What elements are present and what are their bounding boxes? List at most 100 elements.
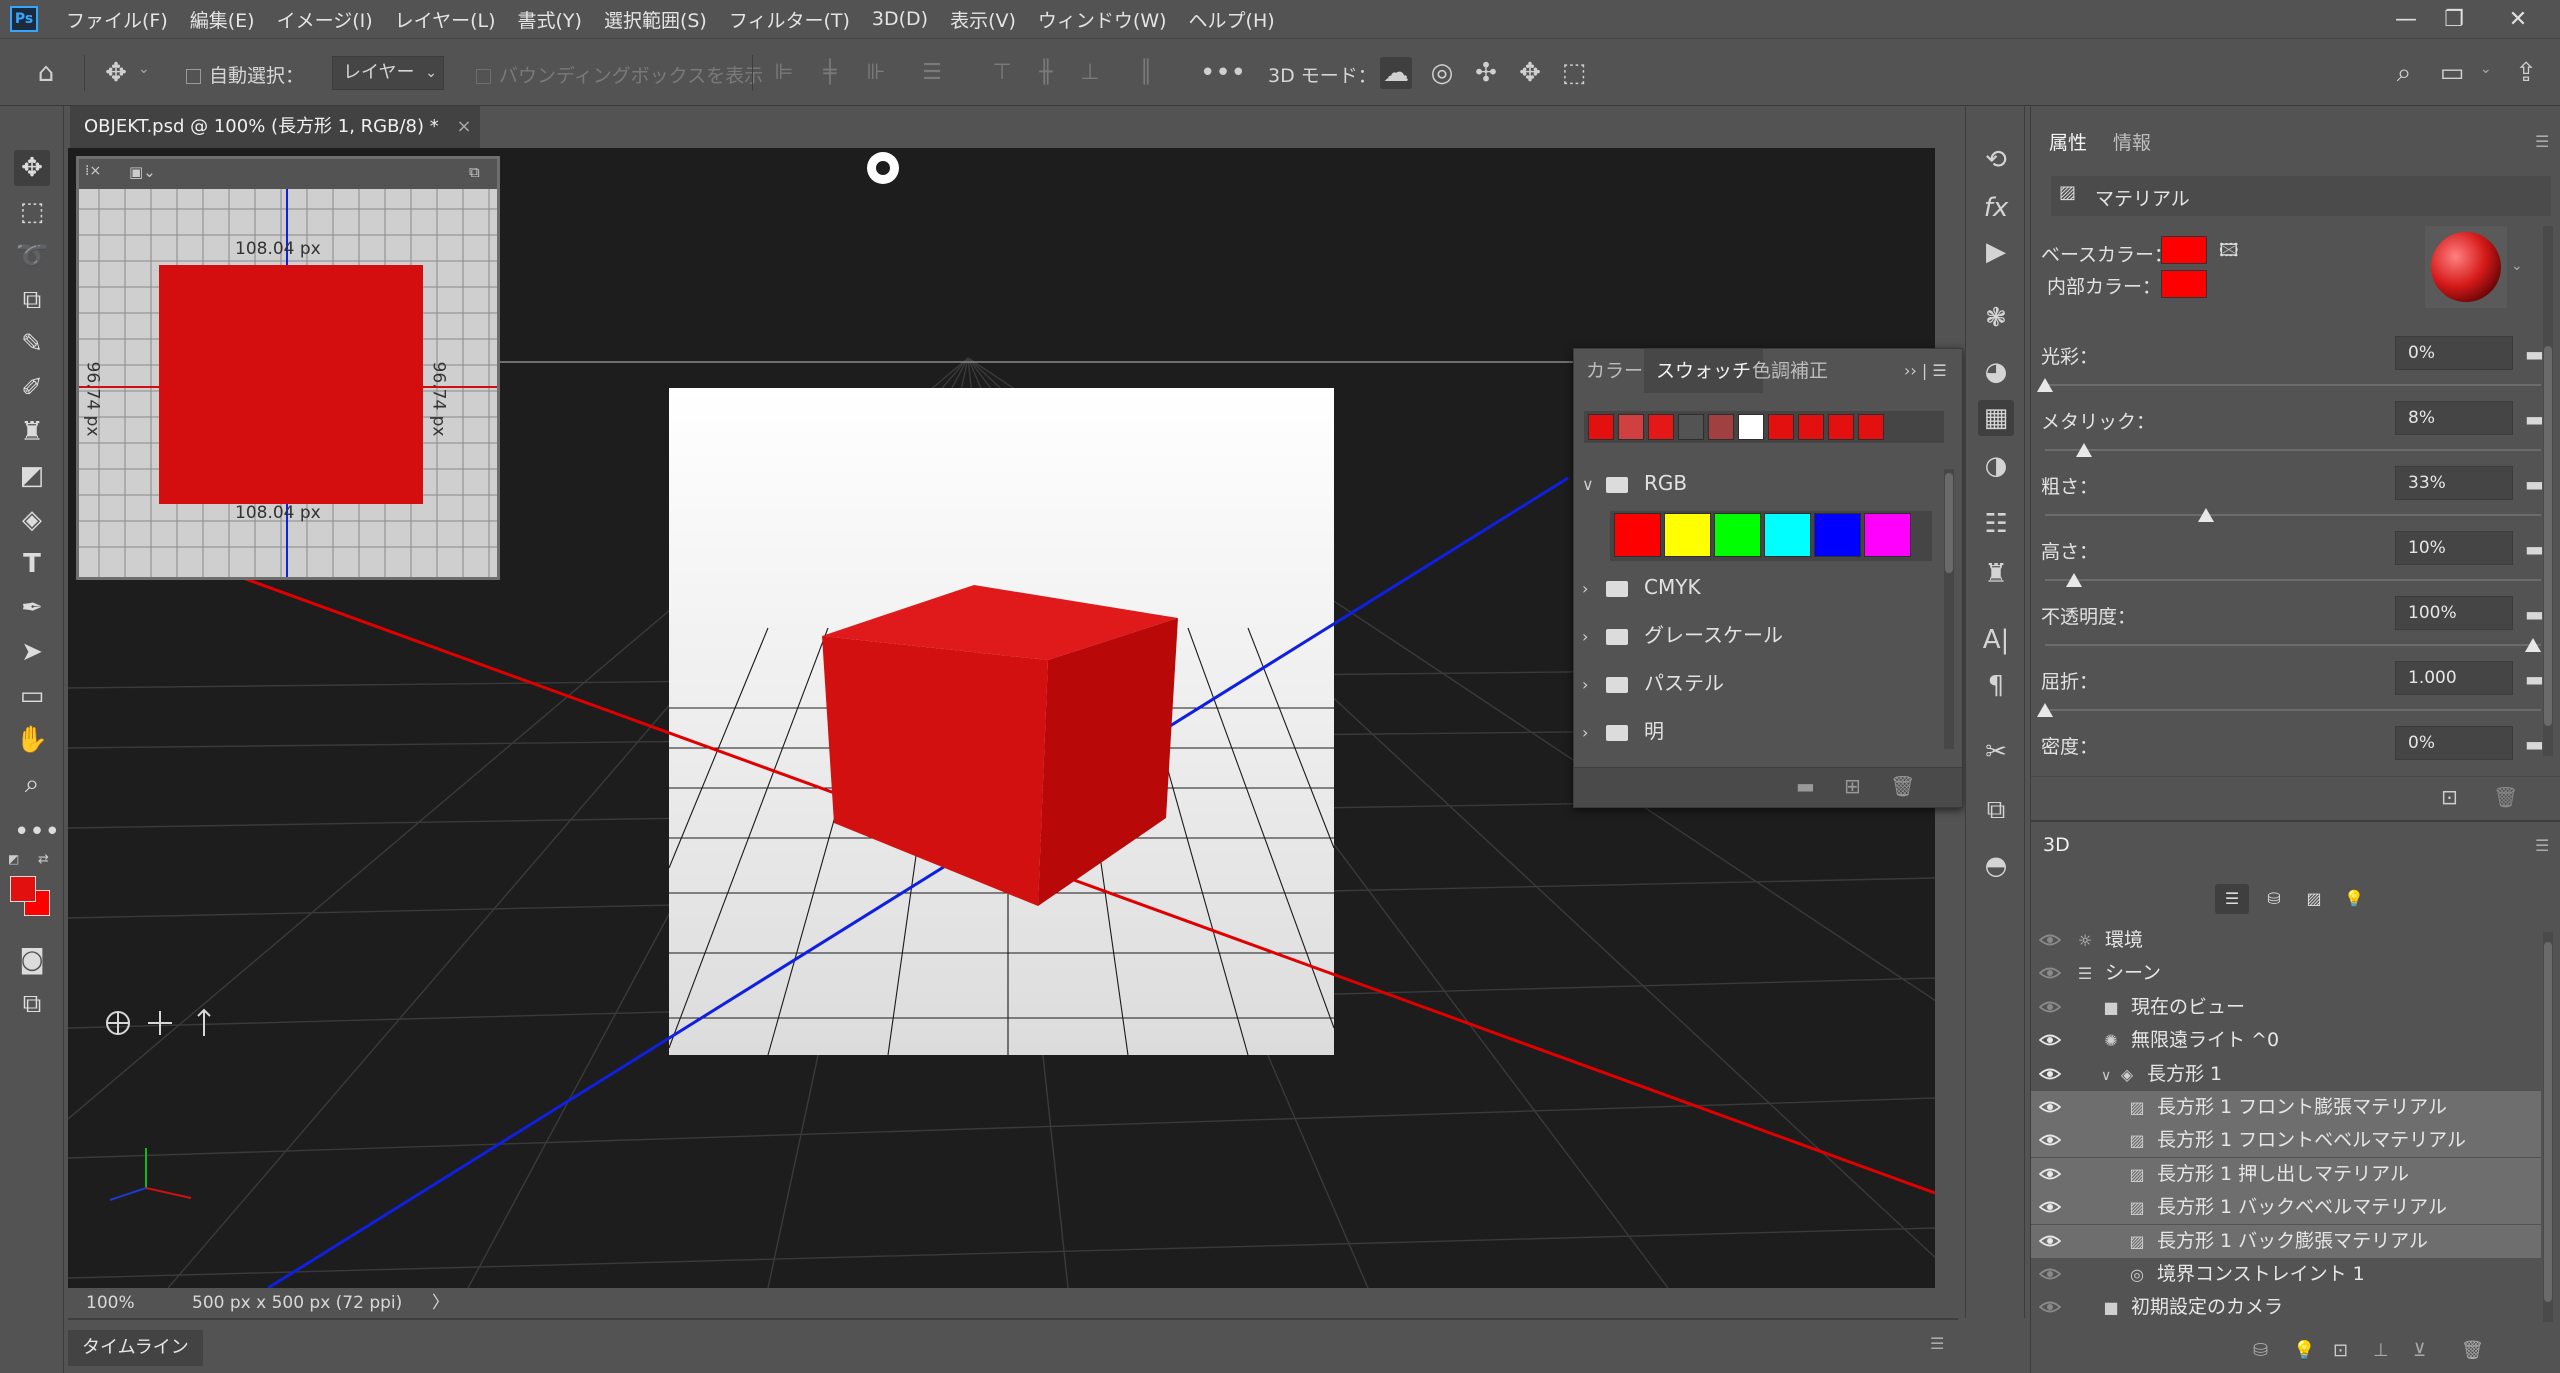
param-slider-track[interactable] [2045, 514, 2541, 516]
menu-3d[interactable]: 3D(D) [872, 8, 928, 30]
menu-file[interactable]: ファイル(F) [66, 6, 168, 33]
filter-scene-icon[interactable]: ☰ [2215, 884, 2249, 914]
param-slider-knob[interactable] [2076, 443, 2093, 457]
screen-mode-icon[interactable]: ⧉ [14, 986, 50, 1022]
hand-tool-icon[interactable]: ✋ [14, 722, 50, 758]
menu-edit[interactable]: 編集(E) [190, 6, 255, 33]
visibility-eye-icon[interactable] [2039, 999, 2061, 1015]
paragraph-icon[interactable]: ¶ [1978, 668, 2014, 704]
align-middle-icon[interactable]: ╫ [1030, 57, 1062, 89]
visibility-eye-icon[interactable] [2039, 1066, 2061, 1082]
filter-meshes-icon[interactable]: ⛁ [2257, 884, 2291, 914]
recent-swatch[interactable] [1678, 414, 1704, 440]
align-center-icon[interactable]: ╪ [814, 57, 846, 89]
scene-tree-item[interactable]: ✺ 無限遠ライト ^0 [2031, 1024, 2541, 1057]
fx-icon[interactable]: fx [1978, 190, 2014, 226]
recent-swatch[interactable] [1618, 414, 1644, 440]
recent-swatch[interactable] [1858, 414, 1884, 440]
swatch-group-pastel[interactable]: › パステル [1574, 659, 1944, 707]
align-right-icon[interactable]: ⊪ [860, 57, 892, 89]
swatch-group-rgb[interactable]: ∨ RGB [1574, 459, 1944, 507]
tab-timeline[interactable]: タイムライン [68, 1330, 203, 1366]
param-slider-track[interactable] [2045, 709, 2541, 711]
default-colors-icon[interactable]: ◩ [8, 852, 19, 866]
scene-tree-item[interactable]: ∨ ◈ 長方形 1 [2031, 1058, 2541, 1091]
panel-menu-icon[interactable]: ›› | ☰ [1904, 361, 1947, 380]
rgb-swatch[interactable] [1814, 513, 1861, 557]
param-value-field[interactable]: 33% [2395, 466, 2513, 500]
3d-panel-icon[interactable]: ❃ [1978, 300, 2014, 336]
visibility-eye-icon[interactable] [2039, 1099, 2061, 1115]
menu-image[interactable]: イメージ(I) [277, 6, 373, 33]
scrollbar[interactable] [1944, 469, 1954, 749]
swatch-group-light[interactable]: › 明 [1574, 707, 1944, 755]
tab-adjustments[interactable]: 色調補正 [1740, 349, 1840, 393]
marquee-tool-icon[interactable]: ⬚ [14, 194, 50, 230]
pen-tool-icon[interactable]: ✒ [14, 590, 50, 626]
paint-bucket-tool-icon[interactable]: ◈ [14, 502, 50, 538]
zoom-tool-icon[interactable]: ⌕ [14, 766, 50, 802]
scrollbar[interactable] [2543, 932, 2553, 1322]
menu-select[interactable]: 選択範囲(S) [604, 6, 707, 33]
base-color-swatch[interactable] [2161, 236, 2207, 264]
inner-color-swatch[interactable] [2161, 270, 2207, 298]
filter-lights-icon[interactable]: 💡 [2337, 884, 2371, 914]
chevron-down-icon[interactable]: ∨ [2101, 1060, 2117, 1093]
visibility-eye-icon[interactable] [2039, 1132, 2061, 1148]
visibility-eye-icon[interactable] [2039, 1266, 2061, 1282]
panel-menu-icon[interactable]: ☰ [1930, 1334, 1944, 1353]
close-window-button[interactable]: ✕ [2490, 0, 2546, 38]
swatches-icon[interactable]: ▦ [1978, 400, 2014, 436]
visibility-eye-icon[interactable] [2039, 1299, 2061, 1315]
foreground-color-swatch[interactable] [10, 876, 36, 902]
trash-icon[interactable]: 🗑 [2461, 1340, 2484, 1361]
visibility-eye-icon[interactable] [2039, 1199, 2061, 1215]
rgb-swatch[interactable] [1614, 513, 1661, 557]
param-value-field[interactable]: 0% [2395, 336, 2513, 370]
styles-icon[interactable]: ♜ [1978, 556, 2014, 592]
brush-tool-icon[interactable]: ✐ [14, 370, 50, 406]
scene-tree-item[interactable]: ☼ 環境 [2031, 924, 2541, 957]
auto-select-target-dropdown[interactable]: レイヤー ⌄ [332, 56, 444, 90]
menu-layer[interactable]: レイヤー(L) [395, 6, 496, 33]
tab-info[interactable]: 情報 [2103, 126, 2161, 160]
scrollbar-thumb[interactable] [1945, 473, 1953, 573]
visibility-eye-icon[interactable] [2039, 1166, 2061, 1182]
pan-3d-icon[interactable]: ✣ [1470, 57, 1502, 89]
scene-tree-item[interactable]: ☰ シーン [2031, 957, 2541, 990]
param-slider-knob[interactable] [2037, 378, 2053, 392]
visibility-eye-icon[interactable] [2039, 1233, 2061, 1249]
trash-icon[interactable]: 🗑 [1890, 774, 1915, 798]
param-slider-knob[interactable] [2066, 573, 2083, 587]
param-value-field[interactable]: 1.000 [2395, 661, 2513, 695]
roll-3d-icon[interactable]: ◎ [1426, 57, 1458, 89]
recent-swatch[interactable] [1738, 414, 1764, 440]
distribute-icon[interactable]: ☰ [916, 57, 948, 89]
menu-filter[interactable]: フィルター(T) [729, 6, 850, 33]
param-slider-track[interactable] [2045, 449, 2541, 451]
render-icon[interactable]: ⊡ [2333, 1340, 2348, 1361]
actions-play-icon[interactable]: ▶ [1978, 234, 2014, 270]
align-bottom-icon[interactable]: ⊥ [1074, 57, 1106, 89]
checkbox-box[interactable] [476, 69, 491, 84]
move-tool-icon[interactable]: ✥ [14, 150, 50, 186]
recent-swatch[interactable] [1708, 414, 1734, 440]
bounding-box-checkbox[interactable]: バウンディングボックスを表示 [476, 61, 763, 88]
scene-tree-item[interactable]: ▨ 長方形 1 バック膨張マテリアル [2031, 1224, 2541, 1258]
panel-menu-icon[interactable]: ☰ [2535, 132, 2549, 151]
scene-tree-item[interactable]: ■ 初期設定のカメラ [2031, 1291, 2541, 1324]
align-left-icon[interactable]: ⊫ [768, 57, 800, 89]
menu-window[interactable]: ウィンドウ(W) [1038, 6, 1167, 33]
search-icon[interactable]: ⌕ [2388, 57, 2420, 89]
recent-swatch[interactable] [1798, 414, 1824, 440]
path-select-tool-icon[interactable]: ➤ [14, 634, 50, 670]
scene-tree-item[interactable]: ▨ 長方形 1 押し出しマテリアル [2031, 1157, 2541, 1191]
save-material-icon[interactable]: ⊡ [2441, 785, 2458, 809]
chevron-down-icon[interactable]: ⌄ [2511, 258, 2523, 274]
home-icon[interactable]: ⌂ [30, 57, 62, 89]
character-icon[interactable]: A| [1978, 622, 2014, 658]
color-icon[interactable]: ◕ [1978, 354, 2014, 390]
secondary-view[interactable]: ⁞× ▣⌄ ⧉ 108.04 px 108.04 px 96.74 px 96.… [76, 156, 500, 580]
swap-view-icon[interactable]: ⧉ [469, 163, 480, 181]
view-select-icon[interactable]: ▣⌄ [129, 163, 156, 181]
